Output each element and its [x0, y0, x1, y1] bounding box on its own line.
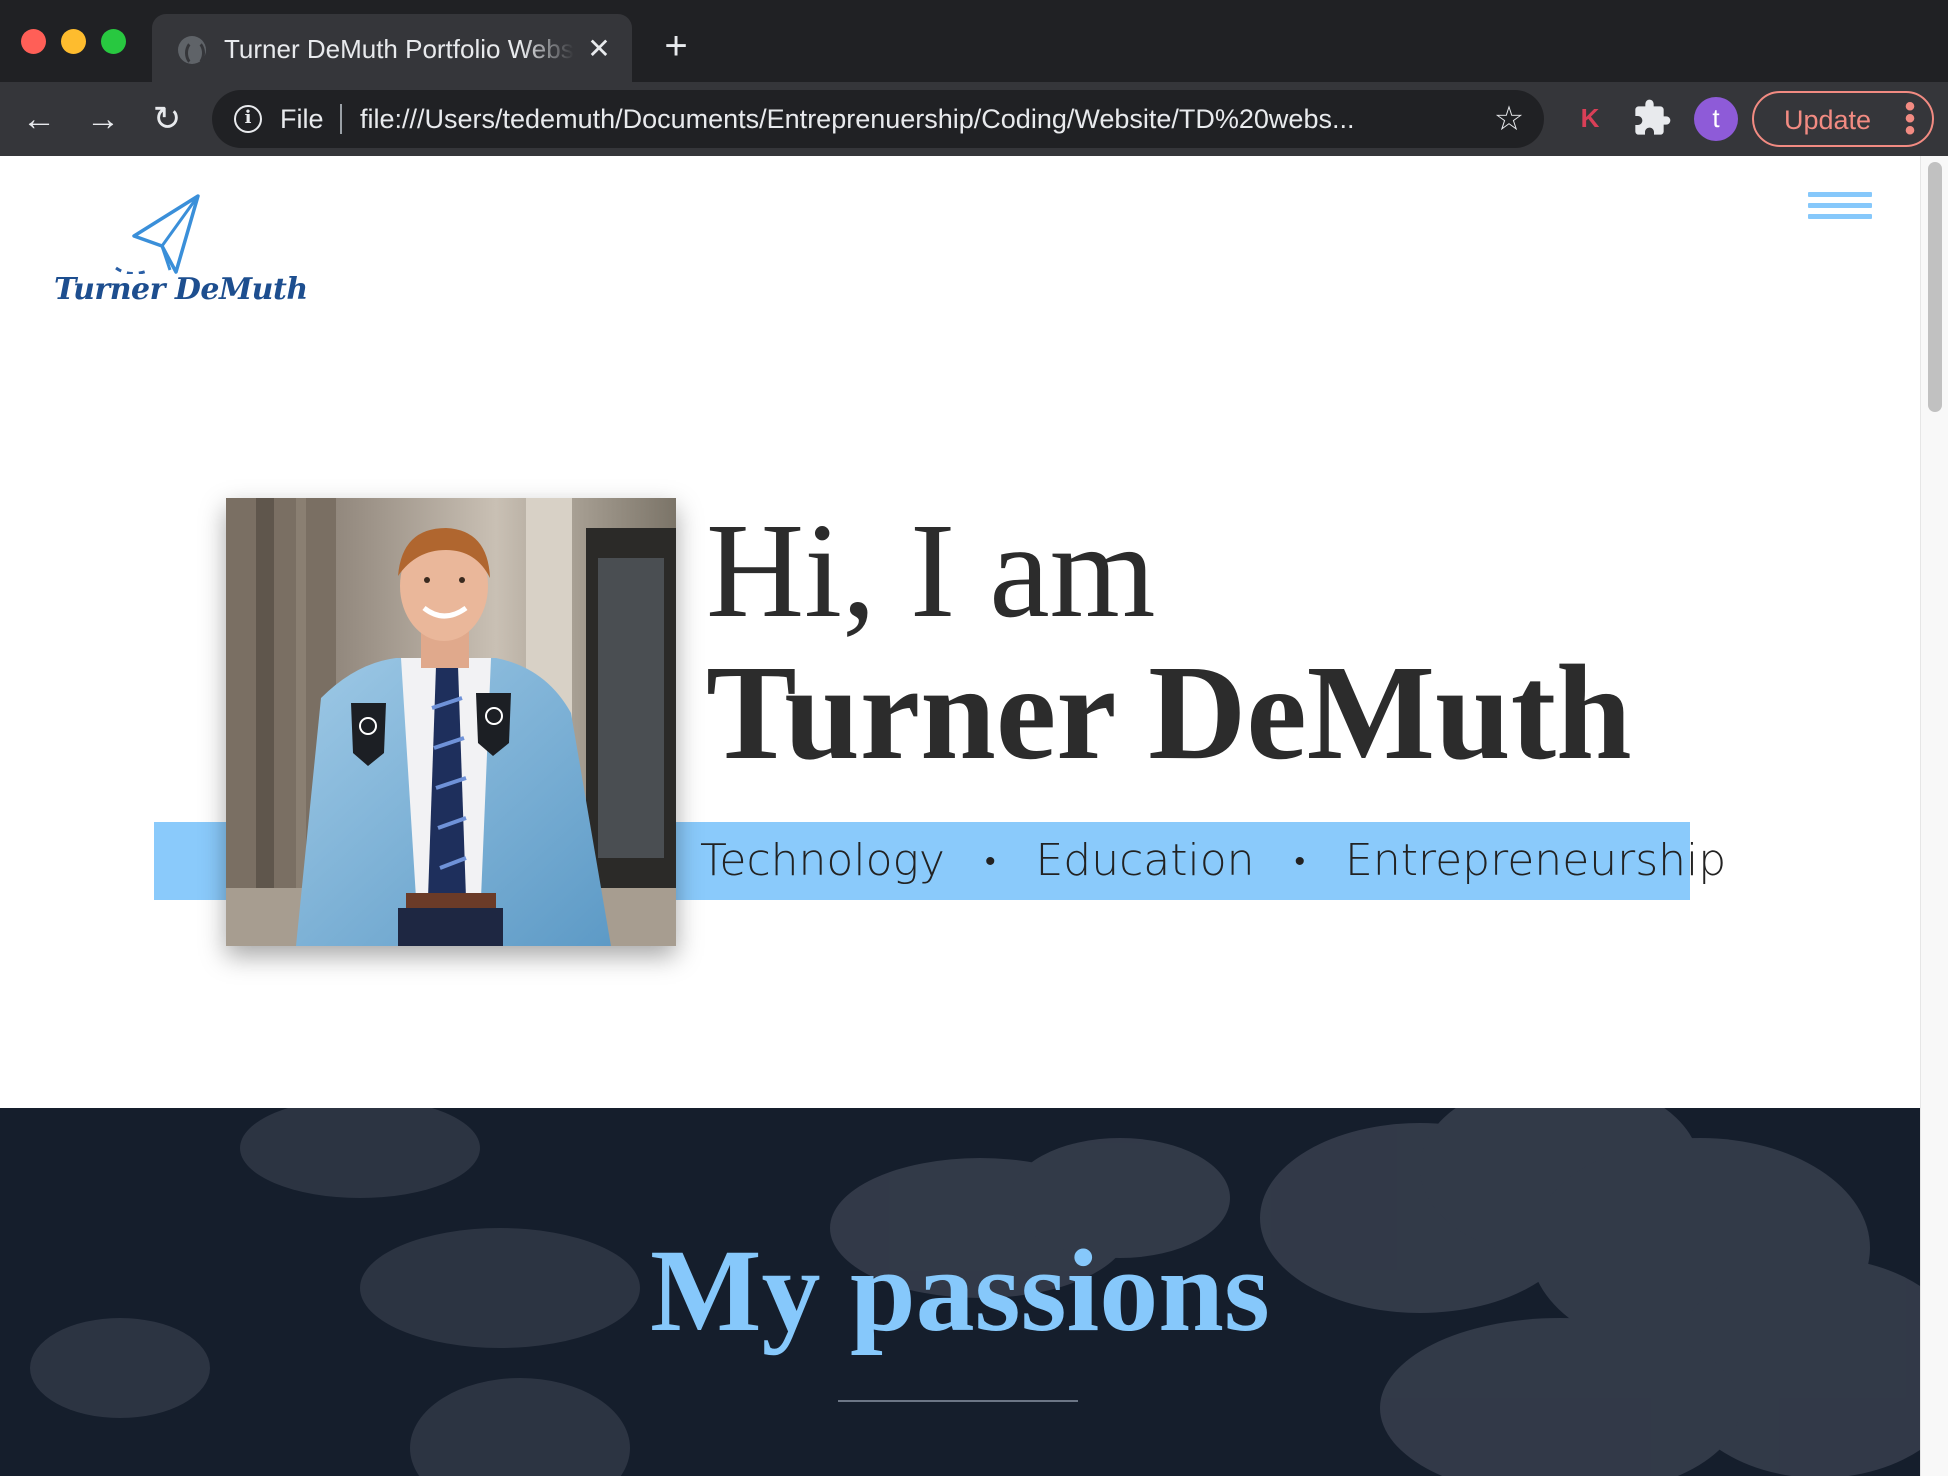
reload-button[interactable]: ↻ [144, 96, 190, 142]
bookmark-star-icon[interactable]: ☆ [1490, 100, 1528, 138]
tab-title: Turner DeMuth Portfolio Website [224, 34, 574, 64]
browser-toolbar: ← → ↻ i File file:///Users/tedemuth/Docu… [0, 82, 1948, 156]
paper-plane-icon [115, 194, 200, 275]
globe-icon [178, 36, 206, 66]
hero-greeting: Hi, I am [706, 496, 1156, 646]
close-tab-icon[interactable]: ✕ [582, 32, 616, 66]
section-divider [838, 1400, 1078, 1402]
profile-avatar[interactable]: t [1694, 97, 1738, 141]
minimize-window-button[interactable] [61, 29, 86, 54]
forward-button[interactable]: → [80, 96, 126, 142]
hero-tagline: Technology • Education • Entrepreneurship [700, 832, 1726, 890]
graduate-portrait [226, 498, 676, 946]
hamburger-menu-icon[interactable] [1808, 192, 1872, 228]
url-text[interactable]: file:///Users/tedemuth/Documents/Entrepr… [360, 102, 1468, 136]
site-logo[interactable]: Turner DeMuth [50, 184, 308, 324]
browser-titlebar: Turner DeMuth Portfolio Website ✕ + [0, 0, 1948, 82]
info-icon[interactable]: i [234, 105, 262, 133]
address-bar[interactable]: i File file:///Users/tedemuth/Documents/… [212, 90, 1544, 148]
scrollbar-thumb[interactable] [1928, 162, 1942, 412]
extensions-puzzle-icon[interactable] [1632, 98, 1672, 138]
page-viewport: Turner DeMuth Hi, I am Turner DeMuth Tec… [0, 156, 1948, 1476]
tag-entrepreneurship: Entrepreneurship [1345, 835, 1727, 886]
tag-separator: • [1294, 844, 1306, 879]
profile-photo [226, 498, 676, 946]
tag-education: Education [1035, 835, 1255, 886]
menu-dots-icon[interactable]: • • • [1902, 92, 1918, 146]
maximize-window-button[interactable] [101, 29, 126, 54]
hero-name: Turner DeMuth [706, 638, 1632, 788]
update-label: Update [1784, 105, 1872, 135]
vertical-scrollbar[interactable] [1920, 156, 1948, 1476]
browser-tab[interactable]: Turner DeMuth Portfolio Website ✕ [152, 14, 632, 82]
tag-separator: • [984, 844, 996, 879]
close-window-button[interactable] [21, 29, 46, 54]
passions-section: My passions [0, 1108, 1920, 1476]
back-button[interactable]: ← [16, 96, 62, 142]
extension-k-icon[interactable]: K [1570, 98, 1610, 138]
new-tab-button[interactable]: + [656, 26, 696, 66]
logo-text: Turner DeMuth [54, 272, 308, 307]
address-divider [340, 104, 342, 134]
section-title: My passions [650, 1225, 1270, 1356]
scheme-label: File [280, 104, 324, 134]
tag-technology: Technology [700, 835, 945, 886]
update-button[interactable]: Update • • • [1752, 91, 1934, 147]
puzzle-icon [1635, 99, 1671, 135]
